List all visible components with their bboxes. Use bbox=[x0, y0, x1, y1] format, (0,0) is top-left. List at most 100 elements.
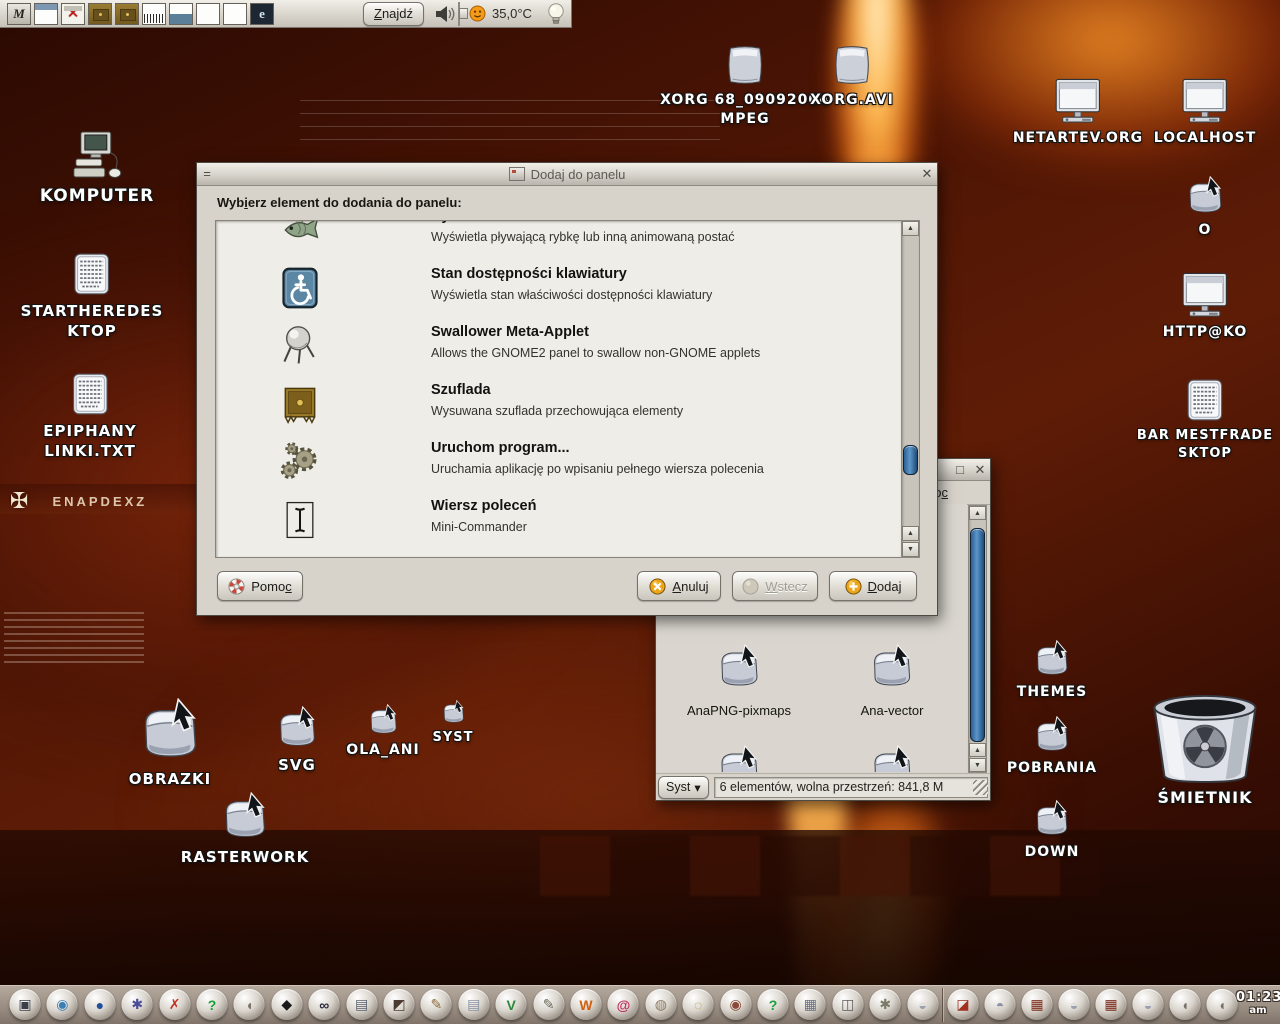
launcher-terminal-icon[interactable]: ▣ bbox=[10, 989, 41, 1020]
launcher-package-red-2-icon[interactable]: ▦ bbox=[1096, 989, 1127, 1020]
launcher-planet-icon[interactable]: ◍ bbox=[645, 989, 676, 1020]
desktop-icon-bar-desktop-file[interactable]: BAR MESTFRADESKTOP bbox=[1137, 376, 1273, 462]
desktop-icon-localhost[interactable]: LOCALHOST bbox=[1154, 76, 1257, 148]
launcher-movie-burner-icon[interactable]: ◉ bbox=[720, 989, 751, 1020]
close-icon[interactable]: ✕ bbox=[917, 163, 937, 185]
launcher-abiword-icon[interactable]: ▤ bbox=[458, 989, 489, 1020]
launcher-debian-icon[interactable]: @ bbox=[608, 989, 639, 1020]
fm-icon-AnaPNG-pixmaps[interactable]: AnaPNG-pixmaps bbox=[687, 644, 791, 718]
desktop-icon-o-folder[interactable]: O bbox=[1183, 176, 1227, 240]
applet-list-scrollbar[interactable]: ▲ ▲ ▼ bbox=[901, 220, 920, 558]
desktop-icon-syst[interactable]: SYST bbox=[432, 700, 473, 747]
desktop-icon-xorg-mpeg[interactable]: XORG 68_09092004MPEG bbox=[660, 42, 830, 129]
zoom-dropdown[interactable]: Syst▾ bbox=[658, 776, 709, 799]
add-to-panel-dialog[interactable]: = Dodaj do panelu ✕ Wybierz element do d… bbox=[196, 162, 938, 616]
fm-icon-partial[interactable] bbox=[715, 745, 763, 772]
volume-applet[interactable] bbox=[433, 4, 455, 24]
launcher-bucket-icon[interactable]: ◓ bbox=[985, 989, 1016, 1020]
launcher-gimp-2-icon[interactable]: ◖ bbox=[1170, 989, 1201, 1020]
launcher-help-2-icon[interactable]: ? bbox=[758, 989, 789, 1020]
applet-row-drawer[interactable]: SzufladaWysuwana szuflada przechowująca … bbox=[216, 375, 901, 433]
launcher-jar-2-icon[interactable]: ◒ bbox=[1133, 989, 1164, 1020]
find-button[interactable]: Znajdź bbox=[363, 2, 424, 26]
applet-row-fish[interactable]: RybkaWyświetla pływającą rybkę lub inną … bbox=[216, 220, 901, 259]
desktop-icon-ola-ani[interactable]: OLA_ANI bbox=[346, 704, 419, 760]
desktop-icon-themes[interactable]: THEMES bbox=[1017, 640, 1087, 702]
cancel-button[interactable]: Anuluj bbox=[637, 571, 721, 601]
list-scroll-up-icon[interactable]: ▲ bbox=[902, 221, 919, 236]
launcher-package-red-icon[interactable]: ▦ bbox=[1022, 989, 1053, 1020]
broken-app-launcher-icon[interactable]: ✕ bbox=[61, 3, 85, 25]
help-button[interactable]: Pomoc bbox=[217, 571, 303, 601]
applet-row-ibeam[interactable]: Wiersz poleceńMini-Commander bbox=[216, 491, 901, 549]
barcode-app-launcher-icon[interactable] bbox=[142, 3, 166, 25]
desktop-icon-komputer[interactable]: KOMPUTER bbox=[40, 130, 154, 208]
desktop-icon-pobrania[interactable]: POBRANIA bbox=[1007, 716, 1097, 778]
desktop-icon-xorg-avi[interactable]: XORG.AVI bbox=[810, 42, 894, 110]
fm-scrollbar-thumb[interactable] bbox=[970, 528, 985, 742]
fm-scroll-up2-icon[interactable]: ▲ bbox=[969, 743, 986, 757]
applet-list[interactable]: RybkaWyświetla pływającą rybkę lub inną … bbox=[215, 220, 902, 558]
launcher-screenshot-icon[interactable]: ▤ bbox=[346, 989, 377, 1020]
desktop-icon-starthere-desktop[interactable]: STARTHEREDESKTOP bbox=[21, 250, 164, 342]
list-scroll-down-icon[interactable]: ▼ bbox=[902, 542, 919, 557]
launcher-gears-icon[interactable]: ✱ bbox=[870, 989, 901, 1020]
add-button[interactable]: Dodaj bbox=[829, 571, 917, 601]
applet-row-gears[interactable]: Uruchom program...Uruchamia aplikację po… bbox=[216, 433, 901, 491]
fm-scroll-down-icon[interactable]: ▼ bbox=[969, 758, 986, 772]
window-app-launcher-icon[interactable] bbox=[34, 3, 58, 25]
list-scrollbar-thumb[interactable] bbox=[903, 445, 918, 475]
drawer-launcher-1-icon[interactable] bbox=[88, 3, 112, 25]
desktop-icon-rasterwork[interactable]: RASTERWORK bbox=[181, 792, 309, 867]
desktop-icon-http-ko[interactable]: HTTP@KO bbox=[1163, 270, 1248, 342]
desktop-icon-smietnik-trash[interactable]: ŚMIETNIK bbox=[1139, 690, 1271, 809]
launcher-calculator-icon[interactable]: ▦ bbox=[795, 989, 826, 1020]
launcher-cd-roast-icon[interactable]: ◌ bbox=[683, 989, 714, 1020]
blank-launcher-1-icon[interactable] bbox=[196, 3, 220, 25]
launcher-package-icon[interactable]: ◒ bbox=[907, 989, 938, 1020]
desktop-icon-netartev-org[interactable]: NETARTEV.ORG bbox=[1013, 76, 1143, 148]
temperature-applet[interactable]: 35,0°C bbox=[469, 5, 532, 22]
list-scroll-up2-icon[interactable]: ▲ bbox=[902, 526, 919, 541]
mini-slider[interactable] bbox=[458, 2, 460, 26]
applet-row-accessibility[interactable]: Stan dostępności klawiaturyWyświetla sta… bbox=[216, 259, 901, 317]
launcher-folder-red-icon[interactable]: ◪ bbox=[948, 989, 979, 1020]
launcher-inkscape-icon[interactable]: ◆ bbox=[271, 989, 302, 1020]
launcher-file-roller-icon[interactable]: ◫ bbox=[832, 989, 863, 1020]
fm-scrollbar[interactable]: ▲ ▲ ▼ bbox=[968, 505, 987, 773]
launcher-gimp-3-icon[interactable]: ◖ bbox=[1207, 989, 1238, 1020]
fm-icon-Ana-vector[interactable]: Ana-vector bbox=[861, 644, 924, 718]
launcher-help-icon[interactable]: ? bbox=[197, 989, 228, 1020]
window-menu-icon[interactable]: = bbox=[197, 163, 217, 185]
drawer-launcher-2-icon[interactable] bbox=[115, 3, 139, 25]
launcher-web-browser-icon[interactable]: ◉ bbox=[47, 989, 78, 1020]
launcher-globe-icon[interactable]: ● bbox=[84, 989, 115, 1020]
launcher-jar-icon[interactable]: ◒ bbox=[1059, 989, 1090, 1020]
launcher-wx-icon[interactable]: W bbox=[571, 989, 602, 1020]
launcher-vim-icon[interactable]: V bbox=[496, 989, 527, 1020]
maximize-button[interactable]: □ bbox=[950, 459, 970, 481]
back-button[interactable]: Wstecz bbox=[732, 571, 818, 601]
desktop-icon-obrazki[interactable]: OBRAZKI bbox=[129, 698, 211, 789]
fm-scroll-up-icon[interactable]: ▲ bbox=[969, 506, 986, 520]
fm-icon-partial[interactable] bbox=[868, 745, 916, 772]
launcher-mozilla-icon[interactable]: ✱ bbox=[122, 989, 153, 1020]
applet-row-sputnik[interactable]: Swallower Meta-AppletAllows the GNOME2 p… bbox=[216, 317, 901, 375]
panes-app-launcher-icon[interactable] bbox=[169, 3, 193, 25]
desktop-icon-svg[interactable]: SVG bbox=[272, 706, 322, 775]
desktop-icon-epiphany-linki-txt[interactable]: EPIPHANYLINKI.TXT bbox=[43, 370, 136, 462]
resize-grip[interactable] bbox=[973, 780, 988, 795]
clock-applet[interactable]: 01:23 am bbox=[1236, 990, 1280, 1016]
mapplet-launcher-icon[interactable]: M bbox=[7, 3, 31, 25]
launcher-notes-icon[interactable]: ✎ bbox=[533, 989, 564, 1020]
lightbulb-applet[interactable] bbox=[545, 2, 567, 26]
epiphany-launcher-icon[interactable]: e bbox=[250, 3, 274, 25]
blank-launcher-2-icon[interactable] bbox=[223, 3, 247, 25]
launcher-gimp-icon[interactable]: ◖ bbox=[234, 989, 265, 1020]
launcher-eyes-icon[interactable]: ∞ bbox=[309, 989, 340, 1020]
launcher-photo-icon[interactable]: ◩ bbox=[384, 989, 415, 1020]
launcher-directx-icon[interactable]: ✗ bbox=[159, 989, 190, 1020]
close-icon[interactable]: ✕ bbox=[970, 459, 990, 481]
dialog-titlebar[interactable]: = Dodaj do panelu ✕ bbox=[197, 163, 937, 186]
launcher-journal-icon[interactable]: ✎ bbox=[421, 989, 452, 1020]
